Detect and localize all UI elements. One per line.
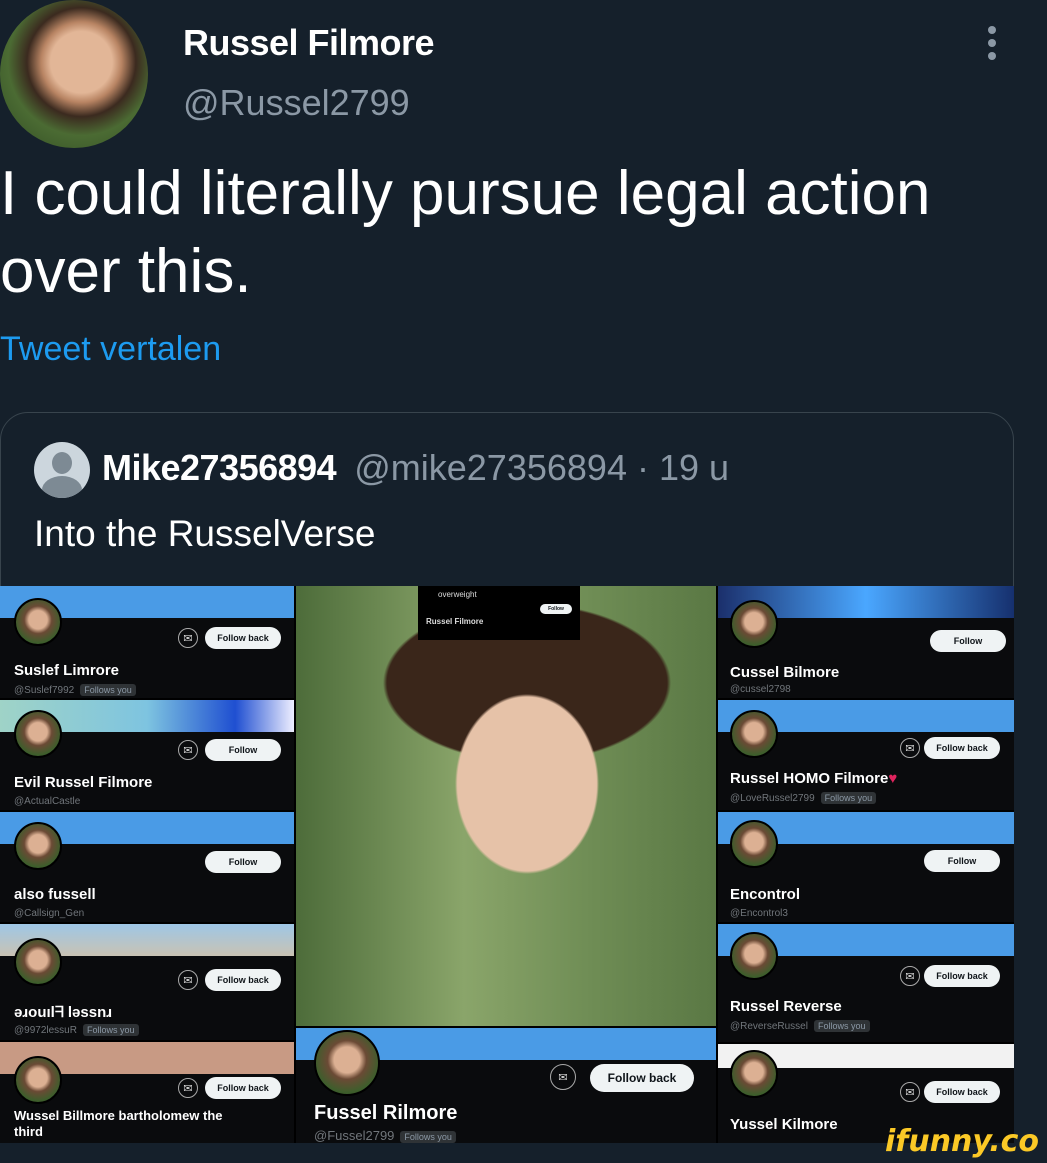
collage-image[interactable]: ✉ Follow back Suslef Limrore @Suslef7992… bbox=[0, 586, 1014, 1143]
follow-button: Follow back bbox=[205, 1077, 281, 1099]
more-options-icon[interactable] bbox=[982, 26, 1002, 66]
quoted-header: Mike27356894 @mike27356894 · 19 u bbox=[102, 447, 729, 489]
follow-button: Follow back bbox=[590, 1064, 694, 1092]
mail-icon: ✉ bbox=[900, 1082, 920, 1102]
profile-handle: @Suslef7992 Follows you bbox=[14, 684, 136, 696]
quoted-text: Into the RusselVerse bbox=[34, 513, 376, 554]
mini-profile-card: overweight Russel Filmore Follow bbox=[418, 586, 580, 640]
avatar bbox=[14, 938, 62, 986]
mail-icon: ✉ bbox=[900, 738, 920, 758]
profile-handle: @9972lessuR Follows you bbox=[14, 1024, 139, 1036]
watermark-logo: ifunny.co bbox=[885, 1124, 1039, 1159]
avatar bbox=[14, 710, 62, 758]
profile-card: ✉ Follow back Fussel Rilmore @Fussel2799… bbox=[296, 1028, 716, 1143]
avatar bbox=[14, 598, 62, 646]
profile-name: Encontrol bbox=[730, 886, 800, 903]
profile-card: Follow Cussel Bilmore @cussel2798 bbox=[718, 586, 1014, 698]
mail-icon: ✉ bbox=[178, 1078, 198, 1098]
profile-name: Evil Russel Filmore bbox=[14, 774, 153, 791]
profile-card: ✉ Follow back ǝɹouılᖷ lǝssnɹ @9972lessuR… bbox=[0, 924, 294, 1040]
follow-button: Follow bbox=[205, 851, 281, 873]
center-face-photo bbox=[296, 586, 716, 1026]
profile-card: ✉ Follow back Suslef Limrore @Suslef7992… bbox=[0, 586, 294, 698]
translate-link[interactable]: Tweet vertalen bbox=[0, 330, 221, 369]
mail-icon: ✉ bbox=[550, 1064, 576, 1090]
avatar bbox=[730, 932, 778, 980]
profile-card: ✉ Follow Evil Russel Filmore @ActualCast… bbox=[0, 700, 294, 810]
profile-handle: @LoveRussel2799 Follows you bbox=[730, 792, 877, 804]
tweet-text: I could literally pursue legal action ov… bbox=[0, 159, 931, 306]
avatar bbox=[14, 822, 62, 870]
follow-button: Follow back bbox=[924, 737, 1000, 759]
profile-name: Wussel Billmore bartholomew the third bbox=[14, 1108, 223, 1139]
profile-card: ✉ Follow back Wussel Billmore bartholome… bbox=[0, 1042, 294, 1143]
avatar bbox=[730, 600, 778, 648]
follow-button: Follow bbox=[205, 739, 281, 761]
mail-icon: ✉ bbox=[178, 740, 198, 760]
follow-button: Follow bbox=[930, 630, 1006, 652]
profile-name: ǝɹouılᖷ lǝssnɹ bbox=[14, 1004, 113, 1021]
avatar bbox=[730, 710, 778, 758]
profile-name: Russel HOMO Filmore♥ bbox=[730, 770, 898, 787]
profile-handle: @Encontrol3 bbox=[730, 908, 788, 919]
profile-name: Cussel Bilmore bbox=[730, 664, 840, 681]
avatar bbox=[730, 1050, 778, 1098]
follow-button: Follow back bbox=[924, 1081, 1000, 1103]
avatar bbox=[314, 1030, 380, 1096]
profile-name: Fussel Rilmore bbox=[314, 1102, 458, 1124]
mail-icon: ✉ bbox=[178, 628, 198, 648]
profile-name: also fussell bbox=[14, 886, 96, 903]
follow-button: Follow back bbox=[205, 627, 281, 649]
profile-name: Yussel Kilmore bbox=[730, 1116, 838, 1133]
profile-handle: @Fussel2799 Follows you bbox=[314, 1128, 456, 1143]
profile-handle: @ActualCastle bbox=[14, 796, 81, 807]
profile-handle: @ReverseRussel Follows you bbox=[730, 1020, 870, 1032]
mail-icon: ✉ bbox=[178, 970, 198, 990]
profile-card: Follow Encontrol @Encontrol3 bbox=[718, 812, 1014, 922]
profile-name: Suslef Limrore bbox=[14, 662, 120, 679]
quoted-name[interactable]: Mike27356894 bbox=[102, 447, 337, 488]
avatar bbox=[730, 820, 778, 868]
avatar bbox=[14, 1056, 62, 1104]
author-name[interactable]: Russel Filmore bbox=[183, 22, 435, 64]
profile-handle: @cussel2798 bbox=[730, 684, 791, 695]
follow-button: Follow bbox=[924, 850, 1000, 872]
profile-card: Follow also fussell @Callsign_Gen bbox=[0, 812, 294, 922]
follow-button: Follow back bbox=[205, 969, 281, 991]
mail-icon: ✉ bbox=[900, 966, 920, 986]
author-handle[interactable]: @Russel2799 bbox=[183, 82, 410, 124]
profile-handle: @Callsign_Gen bbox=[14, 908, 85, 919]
profile-card: ✉ Follow back Russel HOMO Filmore♥ @Love… bbox=[718, 700, 1014, 810]
author-avatar[interactable] bbox=[0, 0, 148, 148]
follow-button: Follow back bbox=[924, 965, 1000, 987]
quoted-avatar[interactable] bbox=[34, 442, 90, 498]
profile-name: Russel Reverse bbox=[730, 998, 842, 1015]
profile-card: ✉ Follow back Russel Reverse @ReverseRus… bbox=[718, 924, 1014, 1042]
quoted-handle: @mike27356894 · 19 u bbox=[354, 447, 730, 488]
